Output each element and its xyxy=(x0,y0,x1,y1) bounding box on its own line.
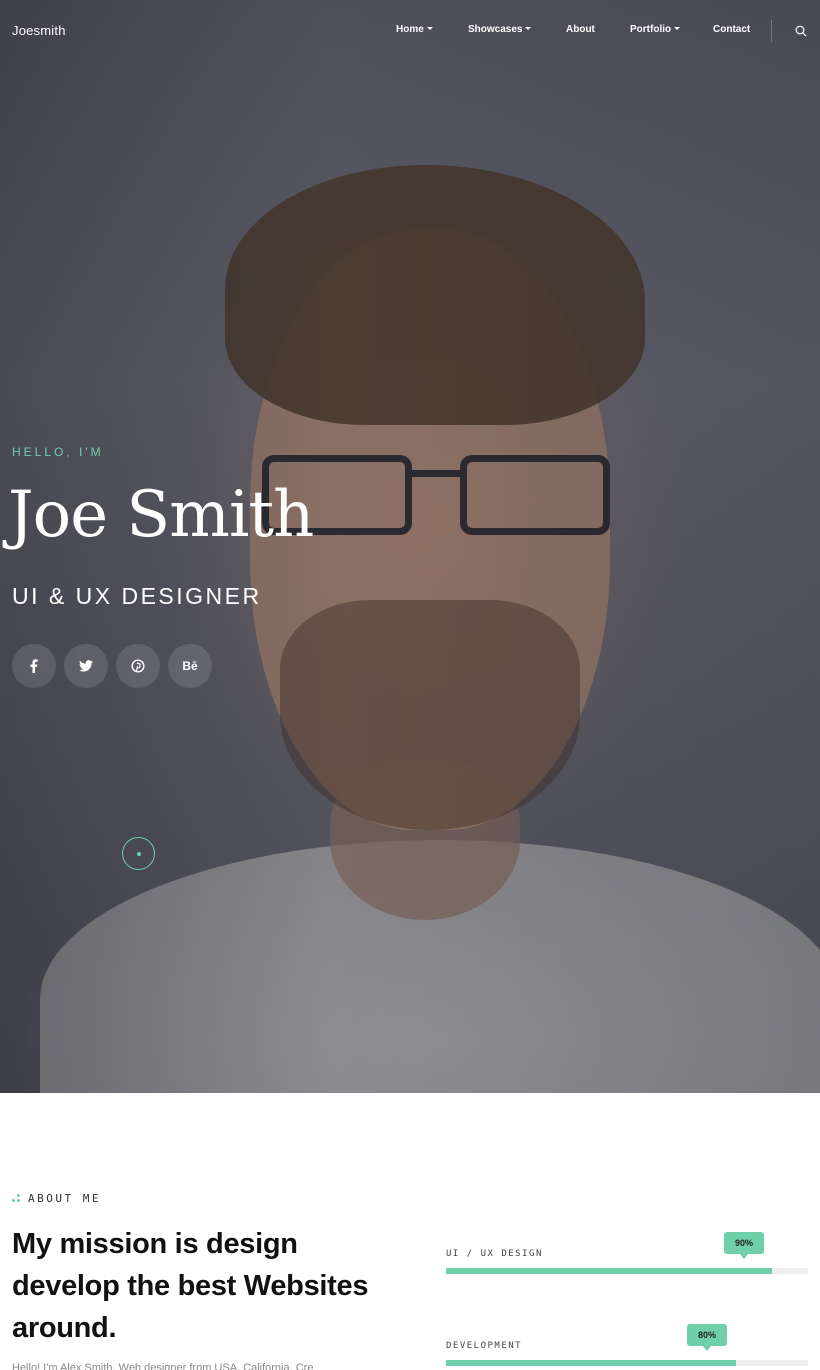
about-heading: My mission is design develop the best We… xyxy=(12,1228,369,1344)
skill-progress-fill xyxy=(446,1360,736,1366)
scroll-down-indicator[interactable] xyxy=(122,837,155,870)
about-intro: Hello! I'm Alex Smith, Web designer from… xyxy=(12,1362,314,1370)
behance-icon[interactable]: Bē xyxy=(168,644,212,688)
dots-icon xyxy=(12,1194,21,1203)
behance-glyph: Bē xyxy=(182,659,198,673)
section-label: ABOUT ME xyxy=(12,1192,101,1205)
chevron-down-icon xyxy=(525,27,532,30)
hero-section: HELLO, I'M Joe Smith UI & UX DESIGNER Bē xyxy=(0,0,820,1093)
nav-item-label: About xyxy=(566,24,595,35)
scroll-dot-icon xyxy=(137,852,141,856)
hero-eyebrow: HELLO, I'M xyxy=(12,445,104,459)
hero-name: Joe Smith xyxy=(8,478,314,552)
skill-label: UI / UX DESIGN xyxy=(446,1249,543,1259)
nav-item-portfolio[interactable]: Portfolio xyxy=(630,24,681,35)
search-icon[interactable] xyxy=(795,24,807,37)
nav-item-contact[interactable]: Contact xyxy=(713,24,750,35)
skill-percent-badge: 90% xyxy=(724,1232,764,1259)
facebook-icon[interactable] xyxy=(12,644,56,688)
nav-divider xyxy=(771,20,772,42)
nav-item-label: Portfolio xyxy=(630,24,672,35)
social-links: Bē xyxy=(12,644,212,688)
top-navbar: Joesmith Home Showcases About Portfolio … xyxy=(0,0,820,62)
nav-item-label: Home xyxy=(396,24,424,35)
nav-item-about[interactable]: About xyxy=(566,24,595,35)
nav-item-home[interactable]: Home xyxy=(396,24,433,35)
skill-development: DEVELOPMENT 80% xyxy=(446,1324,808,1370)
nav-item-showcases[interactable]: Showcases xyxy=(468,24,532,35)
hero-role: UI & UX DESIGNER xyxy=(12,583,262,609)
chevron-down-icon xyxy=(426,27,433,30)
skill-progress-fill xyxy=(446,1268,772,1274)
skill-progress-track xyxy=(446,1268,808,1274)
site-logo[interactable]: Joesmith xyxy=(12,23,66,38)
nav-item-label: Showcases xyxy=(468,24,523,35)
nav-item-label: Contact xyxy=(713,24,751,35)
skill-ui-ux: UI / UX DESIGN 90% xyxy=(446,1232,808,1282)
twitter-icon[interactable] xyxy=(64,644,108,688)
skill-percent-badge: 80% xyxy=(687,1324,727,1351)
pinterest-icon[interactable] xyxy=(116,644,160,688)
section-label-text: ABOUT ME xyxy=(28,1192,101,1205)
skill-progress-track xyxy=(446,1360,808,1366)
chevron-down-icon xyxy=(674,27,681,30)
skill-label: DEVELOPMENT xyxy=(446,1341,523,1351)
